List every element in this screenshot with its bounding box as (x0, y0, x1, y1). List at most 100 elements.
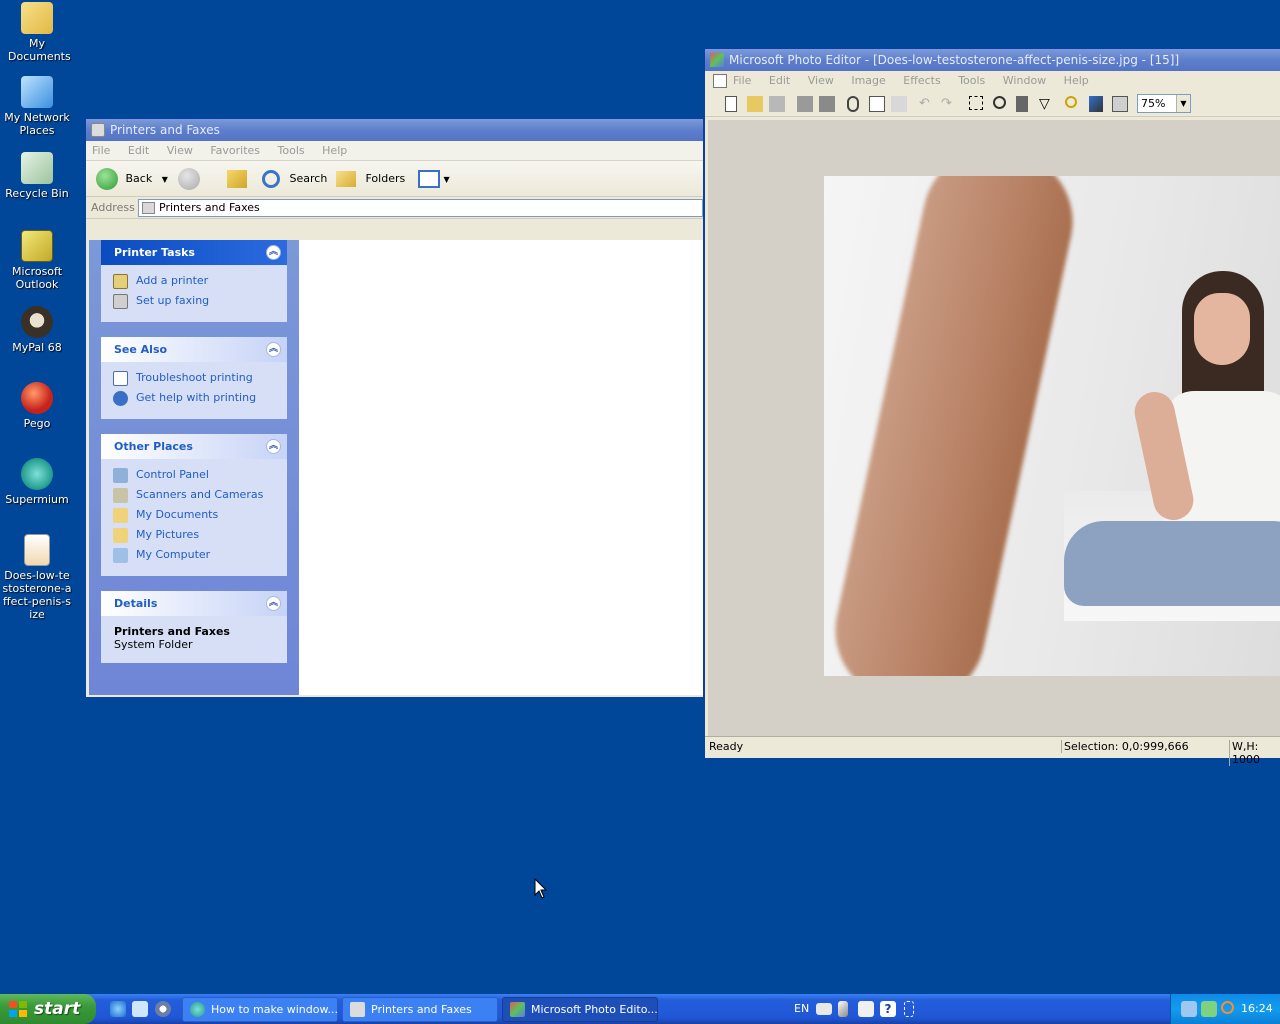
menu-edit[interactable]: Edit (128, 144, 149, 157)
photo-canvas[interactable] (824, 176, 1280, 676)
my-computer-link[interactable]: My Computer (113, 546, 287, 566)
desktop-icon-label: My Network Places (4, 111, 70, 137)
photo-editor-icon (710, 53, 724, 67)
photo-subject (1064, 271, 1280, 621)
fax-icon (113, 294, 128, 309)
menu-edit[interactable]: Edit (769, 74, 790, 87)
search-button[interactable]: Search (262, 167, 327, 191)
collapse-icon[interactable]: ︽ (266, 245, 281, 260)
internet-explorer-icon[interactable] (110, 1001, 126, 1017)
menu-image[interactable]: Image (851, 74, 885, 87)
details-header[interactable]: Details ︽ (101, 591, 287, 616)
get-help-link[interactable]: Get help with printing (113, 389, 287, 409)
network-tray-icon[interactable] (1181, 1001, 1197, 1017)
photo-editor-titlebar[interactable]: Microsoft Photo Editor - [Does-low-testo… (705, 49, 1280, 71)
menu-favorites[interactable]: Favorites (210, 144, 260, 157)
forward-button[interactable] (178, 167, 200, 191)
start-button[interactable]: start (0, 994, 96, 1024)
collapse-icon[interactable]: ︽ (266, 596, 281, 611)
print-icon[interactable] (797, 96, 813, 112)
safely-remove-icon[interactable] (1201, 1001, 1217, 1017)
copy-icon[interactable] (869, 96, 885, 112)
menu-view[interactable]: View (808, 74, 834, 87)
printers-window-titlebar[interactable]: Printers and Faxes (86, 119, 703, 141)
my-documents-link[interactable]: My Documents (113, 506, 287, 526)
cut-icon[interactable] (847, 96, 859, 112)
zoom-icon[interactable] (993, 96, 1006, 109)
desktop-icon-microsoft-outlook[interactable]: Microsoft Outlook (0, 230, 74, 291)
add-printer-link[interactable]: Add a printer (113, 272, 287, 292)
menu-help[interactable]: Help (1064, 74, 1089, 87)
restore-icon[interactable] (904, 1001, 914, 1017)
desktop-icon-label: Pego (23, 417, 51, 430)
document-icon (713, 74, 727, 88)
redo-icon[interactable]: ↷ (941, 96, 957, 112)
taskbar-item-photo-editor[interactable]: Microsoft Photo Edito... (502, 997, 658, 1022)
see-also-header[interactable]: See Also ︽ (101, 337, 287, 362)
search-tray-icon[interactable] (1221, 1001, 1234, 1014)
printers-content-area[interactable] (299, 240, 703, 695)
resize-icon[interactable] (1112, 96, 1128, 112)
taskbar-item-printers[interactable]: Printers and Faxes (342, 997, 498, 1022)
menu-view[interactable]: View (167, 144, 193, 157)
new-icon[interactable] (725, 96, 737, 112)
keyboard-icon[interactable] (816, 1003, 832, 1015)
other-places-header[interactable]: Other Places ︽ (101, 434, 287, 459)
folders-button[interactable]: Folders (336, 167, 405, 191)
pen-icon[interactable] (838, 1001, 848, 1017)
save-icon[interactable] (769, 96, 785, 112)
desktop-icon-supermium[interactable]: Supermium (0, 458, 74, 506)
clock[interactable]: 16:24 (1241, 994, 1273, 1024)
up-folder-button[interactable] (227, 167, 247, 191)
desktop-icon-pego[interactable]: Pego (0, 382, 74, 430)
taskbar-item-browser[interactable]: How to make window... (182, 997, 338, 1022)
tablet-icon[interactable] (858, 1001, 874, 1017)
image-workspace[interactable] (708, 120, 1280, 737)
photo-editor-menubar: File Edit View Image Effects Tools Windo… (705, 71, 1280, 91)
help-page-icon (113, 371, 128, 386)
set-up-faxing-link[interactable]: Set up faxing (113, 292, 287, 312)
back-button[interactable]: Back ▼ (96, 167, 168, 191)
zoom-select[interactable]: 75% ▼ (1137, 94, 1191, 113)
desktop-icon-my-network-places[interactable]: My Network Places (0, 76, 74, 137)
scanners-cameras-link[interactable]: Scanners and Cameras (113, 486, 287, 506)
menu-file[interactable]: File (733, 74, 751, 87)
views-button[interactable]: ▼ (418, 167, 450, 191)
menu-help[interactable]: Help (322, 144, 347, 157)
printer-tasks-header[interactable]: Printer Tasks ︽ (101, 240, 287, 265)
scan-icon[interactable] (819, 96, 835, 112)
my-pictures-link[interactable]: My Pictures (113, 526, 287, 546)
photo-editor-window: Microsoft Photo Editor - [Does-low-testo… (704, 48, 1280, 766)
help-icon[interactable]: ? (880, 1001, 896, 1017)
desktop-icon-recycle-bin[interactable]: Recycle Bin (0, 152, 74, 200)
paste-icon[interactable] (891, 96, 907, 112)
language-indicator[interactable]: EN (794, 994, 809, 1024)
image-file-icon (24, 534, 50, 566)
undo-icon[interactable]: ↶ (919, 96, 935, 112)
scanner-icon (113, 488, 128, 503)
chevron-down-icon[interactable]: ▼ (162, 175, 168, 184)
troubleshoot-printing-link[interactable]: Troubleshoot printing (113, 369, 287, 389)
menu-tools[interactable]: Tools (958, 74, 985, 87)
menu-file[interactable]: File (92, 144, 110, 157)
pencil-icon[interactable] (1089, 96, 1103, 112)
desktop-icon-mypal[interactable]: MyPal 68 (0, 306, 74, 354)
address-input[interactable]: Printers and Faxes (138, 199, 703, 217)
stamp-icon[interactable] (1016, 96, 1028, 112)
select-icon[interactable] (969, 96, 983, 110)
chevron-down-icon[interactable]: ▼ (1176, 95, 1190, 112)
desktop-icon-my-documents[interactable]: My Documents (0, 2, 74, 63)
open-icon[interactable] (747, 96, 763, 112)
filter-icon[interactable]: ▽ (1039, 96, 1055, 112)
media-player-icon[interactable] (155, 1001, 171, 1017)
menu-tools[interactable]: Tools (278, 144, 305, 157)
desktop-icon-jpg-file[interactable]: Does-low-testosterone-affect-penis-size (0, 534, 74, 621)
quicklaunch-icon[interactable] (132, 1001, 148, 1017)
menu-effects[interactable]: Effects (903, 74, 940, 87)
collapse-icon[interactable]: ︽ (266, 342, 281, 357)
control-panel-link[interactable]: Control Panel (113, 466, 287, 486)
desktop-icon-label: My Documents (8, 37, 71, 63)
collapse-icon[interactable]: ︽ (266, 439, 281, 454)
menu-window[interactable]: Window (1003, 74, 1046, 87)
brightness-icon[interactable] (1065, 96, 1077, 108)
